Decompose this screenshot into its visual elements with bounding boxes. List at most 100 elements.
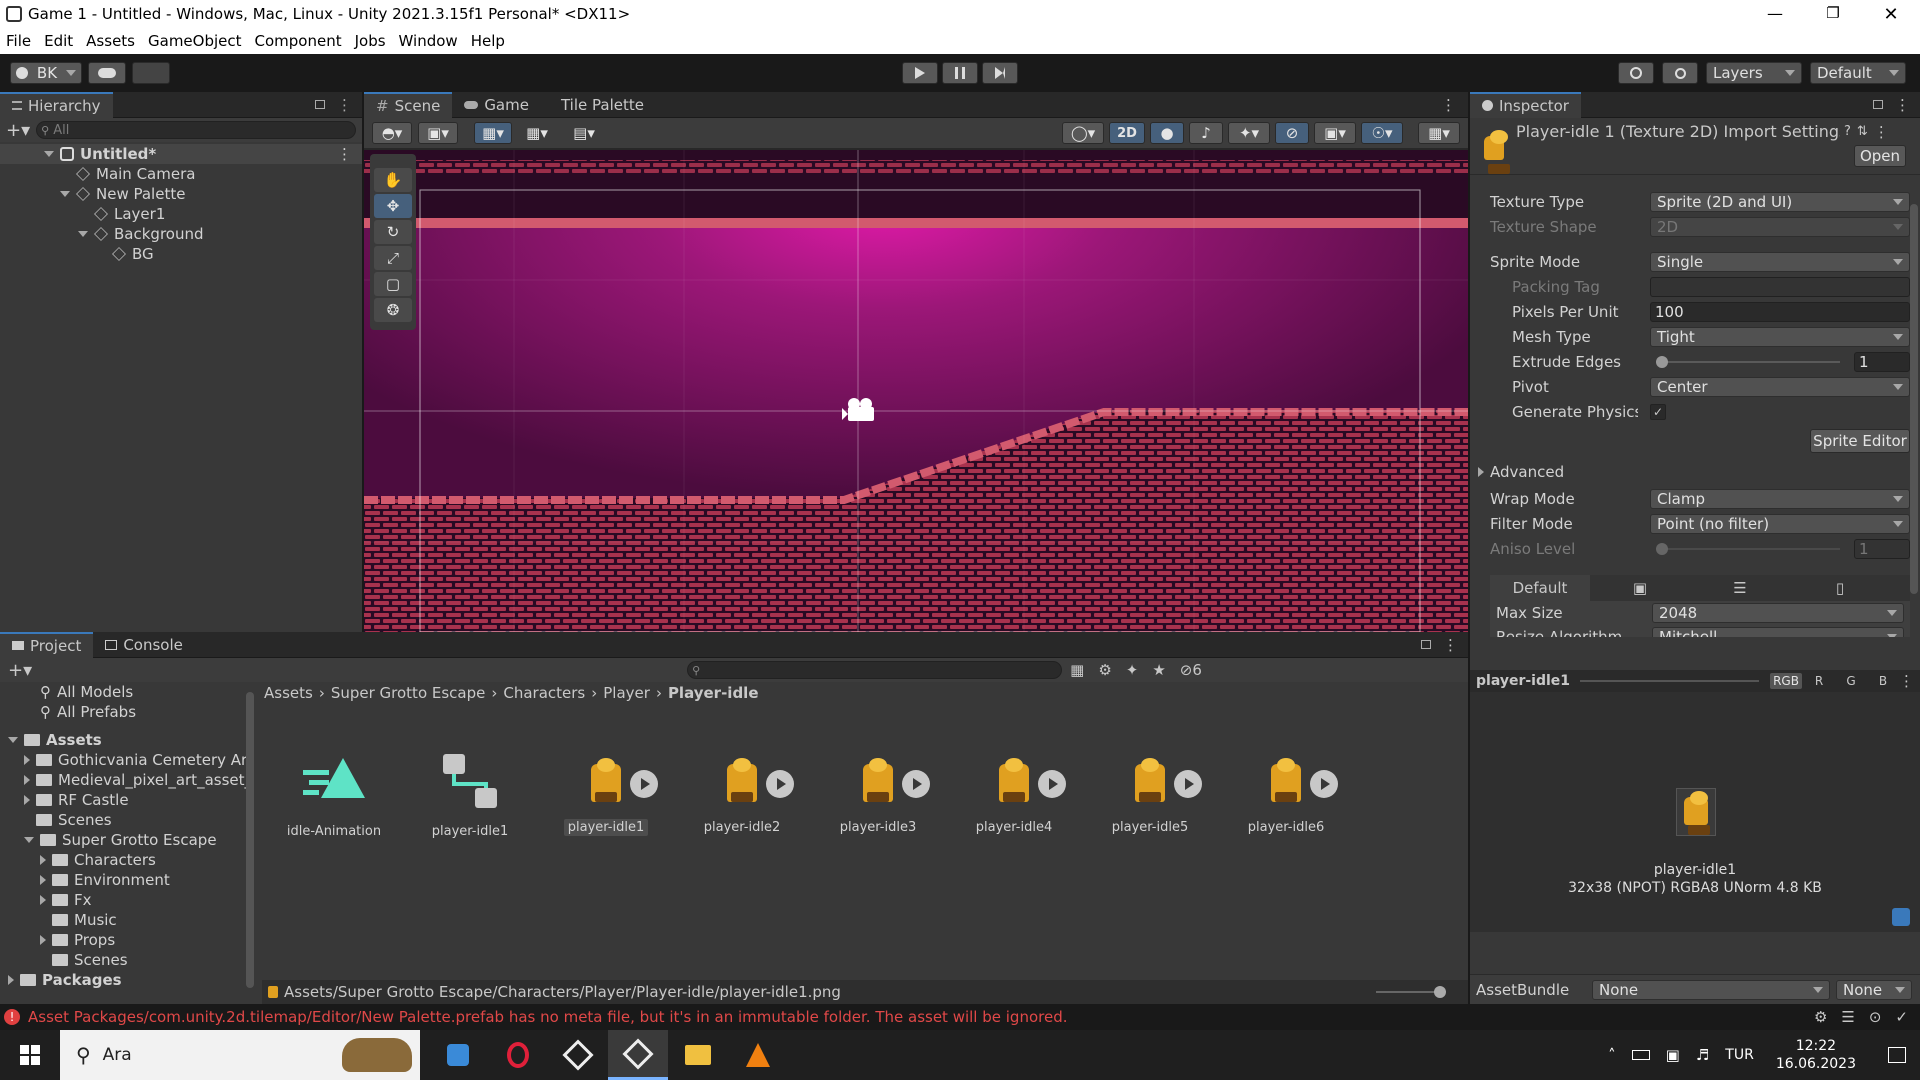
orbit-dropdown[interactable]: ◯▾ bbox=[1062, 122, 1104, 144]
cloud-button[interactable] bbox=[88, 62, 126, 84]
search-button[interactable] bbox=[1662, 62, 1698, 84]
hierarchy-item-background[interactable]: Background bbox=[0, 224, 362, 244]
close-window-button[interactable]: ✕ bbox=[1862, 4, 1920, 25]
asset-player-idle4[interactable]: player-idle4 bbox=[954, 752, 1074, 835]
tab-standalone[interactable]: ▣ bbox=[1590, 579, 1690, 597]
tab-tile-palette[interactable]: Tile Palette bbox=[541, 92, 656, 118]
asset-idle-animation[interactable]: idle-Animation bbox=[274, 752, 394, 839]
tab-server[interactable]: ☰ bbox=[1690, 579, 1790, 597]
play-button[interactable] bbox=[902, 62, 938, 84]
tab-game[interactable]: Game bbox=[452, 92, 541, 118]
tab-default[interactable]: Default bbox=[1490, 575, 1590, 601]
menu-file[interactable]: File bbox=[6, 32, 31, 50]
channel-g-button[interactable]: G bbox=[1835, 674, 1867, 688]
overlay-dropdown[interactable]: ▦▾ bbox=[1418, 122, 1460, 144]
more-options-icon[interactable]: ⋮ bbox=[1874, 123, 1889, 141]
step-button[interactable] bbox=[982, 62, 1018, 84]
camera-dropdown[interactable]: ▣▾ bbox=[1314, 122, 1356, 144]
channel-b-button[interactable]: B bbox=[1867, 674, 1899, 688]
asset-player-idle5[interactable]: player-idle5 bbox=[1090, 752, 1210, 835]
lock-icon[interactable] bbox=[1873, 100, 1883, 109]
tab-scene[interactable]: # Scene bbox=[364, 91, 453, 118]
menu-jobs[interactable]: Jobs bbox=[355, 32, 386, 50]
extrude-edges-slider[interactable] bbox=[1650, 352, 1848, 372]
tree-item-characters[interactable]: Characters bbox=[0, 850, 254, 870]
move-tool-button[interactable]: ✥ bbox=[374, 194, 412, 218]
tab-console[interactable]: Console bbox=[93, 632, 195, 658]
menu-window[interactable]: Window bbox=[399, 32, 458, 50]
taskbar-search[interactable]: ⚲ Ara bbox=[60, 1030, 420, 1080]
clock[interactable]: 12:22 16.06.2023 bbox=[1776, 1037, 1856, 1073]
tree-item-rf-castle[interactable]: RF Castle bbox=[0, 790, 254, 810]
history-button[interactable] bbox=[1618, 62, 1654, 84]
tab-project[interactable]: Project bbox=[0, 631, 94, 658]
debug-icon[interactable]: ⚙ bbox=[1814, 1008, 1827, 1026]
audio-button[interactable]: ♪ bbox=[1189, 122, 1223, 144]
asset-player-idle1-controller[interactable]: player-idle1 bbox=[410, 752, 530, 839]
tree-item-scenes-2[interactable]: Scenes bbox=[0, 950, 254, 970]
sprite-editor-button[interactable]: Sprite Editor bbox=[1810, 429, 1910, 453]
more-options-icon[interactable]: ⋮ bbox=[1899, 672, 1914, 690]
status-message[interactable]: Asset Packages/com.unity.2d.tilemap/Edit… bbox=[28, 1008, 1068, 1026]
generate-physics-checkbox[interactable]: ✓ bbox=[1650, 403, 1666, 420]
more-options-icon[interactable]: ⋮ bbox=[337, 96, 352, 114]
play-sprite-icon[interactable] bbox=[902, 770, 930, 798]
layout-dropdown[interactable]: Default bbox=[1810, 62, 1906, 84]
tag-icon[interactable] bbox=[1892, 908, 1910, 926]
asset-player-idle1[interactable]: player-idle1 bbox=[546, 752, 666, 836]
play-sprite-icon[interactable] bbox=[1310, 770, 1338, 798]
network-icon[interactable]: ⊙ bbox=[1869, 1008, 1882, 1026]
advanced-foldout[interactable]: Advanced bbox=[1478, 458, 1910, 486]
rect-tool-button[interactable]: ▢ bbox=[374, 272, 412, 296]
transform-tool-button[interactable]: ❂ bbox=[374, 298, 412, 322]
ruler-button[interactable]: ▤▾ bbox=[562, 122, 606, 144]
channel-r-button[interactable]: R bbox=[1803, 674, 1835, 688]
mode-2d-button[interactable]: 2D bbox=[1109, 122, 1145, 144]
tab-hierarchy[interactable]: Hierarchy bbox=[0, 91, 113, 118]
resize-algorithm-dropdown[interactable]: Mitchell bbox=[1652, 627, 1904, 637]
tree-item-gothicvania[interactable]: Gothicvania Cemetery Ar bbox=[0, 750, 254, 770]
add-icon[interactable]: +▾ bbox=[6, 120, 30, 141]
mesh-type-dropdown[interactable]: Tight bbox=[1650, 326, 1910, 347]
network-icon[interactable]: ▣ bbox=[1666, 1046, 1680, 1064]
maximize-button[interactable]: ❐ bbox=[1804, 4, 1862, 25]
wrap-mode-dropdown[interactable]: Clamp bbox=[1650, 488, 1910, 509]
menu-gameobject[interactable]: GameObject bbox=[148, 32, 242, 50]
tab-webgl[interactable]: ▯ bbox=[1790, 579, 1890, 597]
play-sprite-icon[interactable] bbox=[766, 770, 794, 798]
lighting-button[interactable]: ● bbox=[1150, 122, 1184, 144]
help-icon[interactable]: ? bbox=[1844, 124, 1851, 139]
play-sprite-icon[interactable] bbox=[1038, 770, 1066, 798]
layers-dropdown[interactable]: Layers bbox=[1706, 62, 1802, 84]
slider-handle[interactable] bbox=[1434, 986, 1446, 998]
tree-item-props[interactable]: Props bbox=[0, 930, 254, 950]
play-sprite-icon[interactable] bbox=[1174, 770, 1202, 798]
volume-icon[interactable]: ♬ bbox=[1696, 1046, 1709, 1064]
menu-assets[interactable]: Assets bbox=[86, 32, 135, 50]
hierarchy-item-new-palette[interactable]: New Palette bbox=[0, 184, 362, 204]
settings-icon[interactable]: ⇅ bbox=[1857, 124, 1868, 139]
scene-viewport[interactable]: ✋ ✥ ↻ ⤢ ▢ ❂ bbox=[364, 150, 1468, 632]
chevron-up-icon[interactable]: ˄ bbox=[1608, 1046, 1616, 1064]
collab-button[interactable] bbox=[132, 62, 170, 84]
rotate-tool-button[interactable]: ↻ bbox=[374, 220, 412, 244]
pause-button[interactable] bbox=[942, 62, 978, 84]
tab-inspector[interactable]: Inspector bbox=[1470, 91, 1581, 118]
hierarchy-item-main-camera[interactable]: Main Camera bbox=[0, 164, 362, 184]
sprite-mode-dropdown[interactable]: Single bbox=[1650, 251, 1910, 272]
tree-item-environment[interactable]: Environment bbox=[0, 870, 254, 890]
menu-help[interactable]: Help bbox=[471, 32, 505, 50]
inspector-scrollbar[interactable] bbox=[1910, 204, 1918, 594]
object-dropdown[interactable]: ▣▾ bbox=[418, 122, 458, 144]
asset-player-idle2[interactable]: player-idle2 bbox=[682, 752, 802, 835]
asset-player-idle6[interactable]: player-idle6 bbox=[1226, 752, 1346, 835]
draw-mode-dropdown[interactable]: ◓▾ bbox=[372, 122, 412, 144]
menu-edit[interactable]: Edit bbox=[44, 32, 73, 50]
extrude-edges-field[interactable]: 1 bbox=[1854, 351, 1910, 372]
tree-item-music[interactable]: Music bbox=[0, 910, 254, 930]
progress-icon[interactable]: ✓ bbox=[1895, 1008, 1908, 1026]
hierarchy-item-layer1[interactable]: Layer1 bbox=[0, 204, 362, 224]
play-sprite-icon[interactable] bbox=[630, 770, 658, 798]
icon-size-slider[interactable] bbox=[1376, 985, 1446, 999]
tree-item-fx[interactable]: Fx bbox=[0, 890, 254, 910]
